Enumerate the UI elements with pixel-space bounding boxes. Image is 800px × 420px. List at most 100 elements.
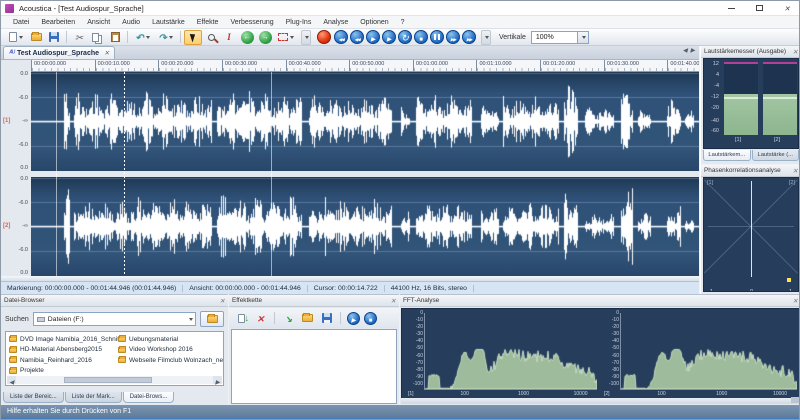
scroll-left-icon[interactable]: [7, 376, 16, 384]
document-tab[interactable]: Test Audiospur_Sprache: [3, 46, 115, 59]
menu-item[interactable]: ?: [395, 18, 411, 27]
panel-close-icon[interactable]: [793, 297, 798, 305]
record-button[interactable]: [315, 30, 333, 45]
tab-scroll-right-icon[interactable]: [690, 39, 695, 57]
select-tool-button[interactable]: [184, 30, 202, 45]
scroll-right-icon[interactable]: [213, 376, 222, 384]
maximize-button[interactable]: [745, 1, 773, 15]
rewind-button[interactable]: [350, 30, 364, 44]
save-chain-button[interactable]: [318, 310, 335, 326]
folder-icon: [118, 336, 126, 342]
folder-item[interactable]: Video Workshop 2016: [118, 345, 224, 356]
folder-column-2: UebungsmaterialVideo Workshop 2016Websei…: [118, 334, 224, 366]
combo-dropdown-button[interactable]: [577, 32, 588, 43]
fft-panel-titlebar[interactable]: FFT-Analyse: [400, 295, 800, 307]
menu-item[interactable]: Effekte: [191, 18, 225, 27]
apply-chain-button[interactable]: [280, 310, 297, 326]
selection-tool-button[interactable]: I: [220, 30, 238, 45]
meter-panel-tab[interactable]: Lautstärke (...: [752, 150, 800, 161]
go-to-start-button[interactable]: [334, 30, 348, 44]
cut-button[interactable]: [70, 30, 88, 45]
file-browser-titlebar[interactable]: Datei-Browser: [1, 295, 228, 307]
menu-item[interactable]: Plug-Ins: [280, 18, 318, 27]
save-button[interactable]: [45, 30, 63, 45]
horizontal-scrollbar[interactable]: [7, 376, 222, 384]
folder-item[interactable]: Namibia_Reinhard_2016: [9, 355, 121, 366]
tab-close-icon[interactable]: [104, 49, 109, 57]
titlebar[interactable]: Acoustica - [Test Audiospur_Sprache]: [1, 1, 800, 16]
bottom-panel-tab[interactable]: Liste der Bereic...: [3, 392, 64, 403]
combo-dropdown-button[interactable]: [185, 313, 195, 325]
waveform-channel-1[interactable]: [31, 72, 699, 171]
window-controls: [717, 1, 800, 15]
phase-panel-titlebar[interactable]: Phasenkorrelationsanalyse: [701, 165, 800, 177]
pause-button[interactable]: [430, 30, 444, 44]
transport-overflow-button[interactable]: [481, 30, 491, 45]
panel-close-icon[interactable]: [793, 48, 798, 56]
nav-previous-button[interactable]: ←: [238, 30, 256, 45]
menu-item[interactable]: Datei: [7, 18, 35, 27]
redo-button[interactable]: [154, 30, 177, 45]
effect-chain-list[interactable]: [231, 329, 397, 404]
skip-end-icon: [467, 28, 472, 46]
preview-stop-button[interactable]: [364, 312, 377, 325]
folder-item[interactable]: Projekte: [9, 366, 121, 377]
fft-bottom-scrollbar[interactable]: [401, 398, 800, 404]
stop-button[interactable]: [414, 30, 428, 44]
menu-item[interactable]: Ansicht: [81, 18, 116, 27]
effect-chain-titlebar[interactable]: Effektkette: [229, 295, 399, 307]
close-button[interactable]: [773, 1, 800, 15]
add-effect-button[interactable]: [233, 310, 250, 326]
menu-item[interactable]: Bearbeiten: [35, 18, 81, 27]
folder-item[interactable]: Uebungsmaterial: [118, 334, 224, 345]
minimize-button[interactable]: [717, 1, 745, 15]
menu-item[interactable]: Lautstärke: [146, 18, 191, 27]
skip-start-icon: [339, 28, 344, 46]
menu-item[interactable]: Optionen: [354, 18, 394, 27]
play-icon: [371, 28, 376, 46]
bottom-panel-tab[interactable]: Liste der Mark...: [65, 392, 122, 403]
panel-close-icon[interactable]: [220, 297, 225, 305]
stop-icon: [419, 28, 423, 46]
menu-item[interactable]: Analyse: [317, 18, 354, 27]
channel-1-badge[interactable]: [1]: [3, 118, 10, 124]
undo-button[interactable]: [131, 30, 154, 45]
zoom-tool-button[interactable]: [202, 30, 220, 45]
browse-folder-button[interactable]: [200, 311, 224, 327]
folder-item[interactable]: DVD Image Namibia_2016_Schnitt: [9, 334, 121, 345]
vertical-zoom-select[interactable]: 100%: [531, 31, 589, 44]
fast-forward-button[interactable]: [446, 30, 460, 44]
folder-item[interactable]: HD-Material Abensberg2015: [9, 345, 121, 356]
bottom-panel-tab[interactable]: Datei-Brows...: [123, 392, 175, 403]
copy-button[interactable]: [88, 30, 106, 45]
panel-close-icon[interactable]: [793, 167, 798, 175]
resize-grip[interactable]: [791, 397, 799, 403]
selection-mode-button[interactable]: [274, 30, 297, 45]
menu-item[interactable]: Verbesserung: [224, 18, 279, 27]
play-button[interactable]: [366, 30, 380, 44]
meter-panel-tab[interactable]: Lautstärkem...: [703, 150, 751, 161]
preview-play-button[interactable]: [347, 312, 360, 325]
channel-2-badge[interactable]: [2]: [3, 223, 10, 229]
menu-item[interactable]: Audio: [116, 18, 146, 27]
remove-effect-button[interactable]: [252, 310, 269, 326]
location-select[interactable]: Dateien (F:): [33, 312, 196, 326]
timeline-ruler[interactable]: 00:00:00.00000:00:10.00000:00:20.00000:0…: [31, 60, 699, 72]
play-selection-button[interactable]: [382, 30, 396, 44]
phase-channel-2-badge: [2]: [789, 180, 795, 186]
nav-next-button[interactable]: →: [256, 30, 274, 45]
go-to-end-button[interactable]: [462, 30, 476, 44]
loudness-meter-titlebar[interactable]: Lautstärkemesser (Ausgabe): [701, 46, 800, 58]
waveform-channel-2[interactable]: [31, 177, 699, 276]
folder-item[interactable]: Webseite Filmclub Wolnzach_neu: [118, 355, 224, 366]
scrollbar-thumb[interactable]: [64, 377, 152, 383]
document-tab-bar: Test Audiospur_Sprache: [1, 46, 699, 60]
toolbar-overflow-button[interactable]: [301, 30, 311, 45]
new-file-button[interactable]: [4, 30, 27, 45]
load-chain-button[interactable]: [299, 310, 316, 326]
open-file-button[interactable]: [27, 30, 45, 45]
paste-button[interactable]: [106, 30, 124, 45]
loop-button[interactable]: [398, 30, 412, 44]
tab-scroll-left-icon[interactable]: [683, 39, 688, 57]
panel-close-icon[interactable]: [391, 297, 396, 305]
